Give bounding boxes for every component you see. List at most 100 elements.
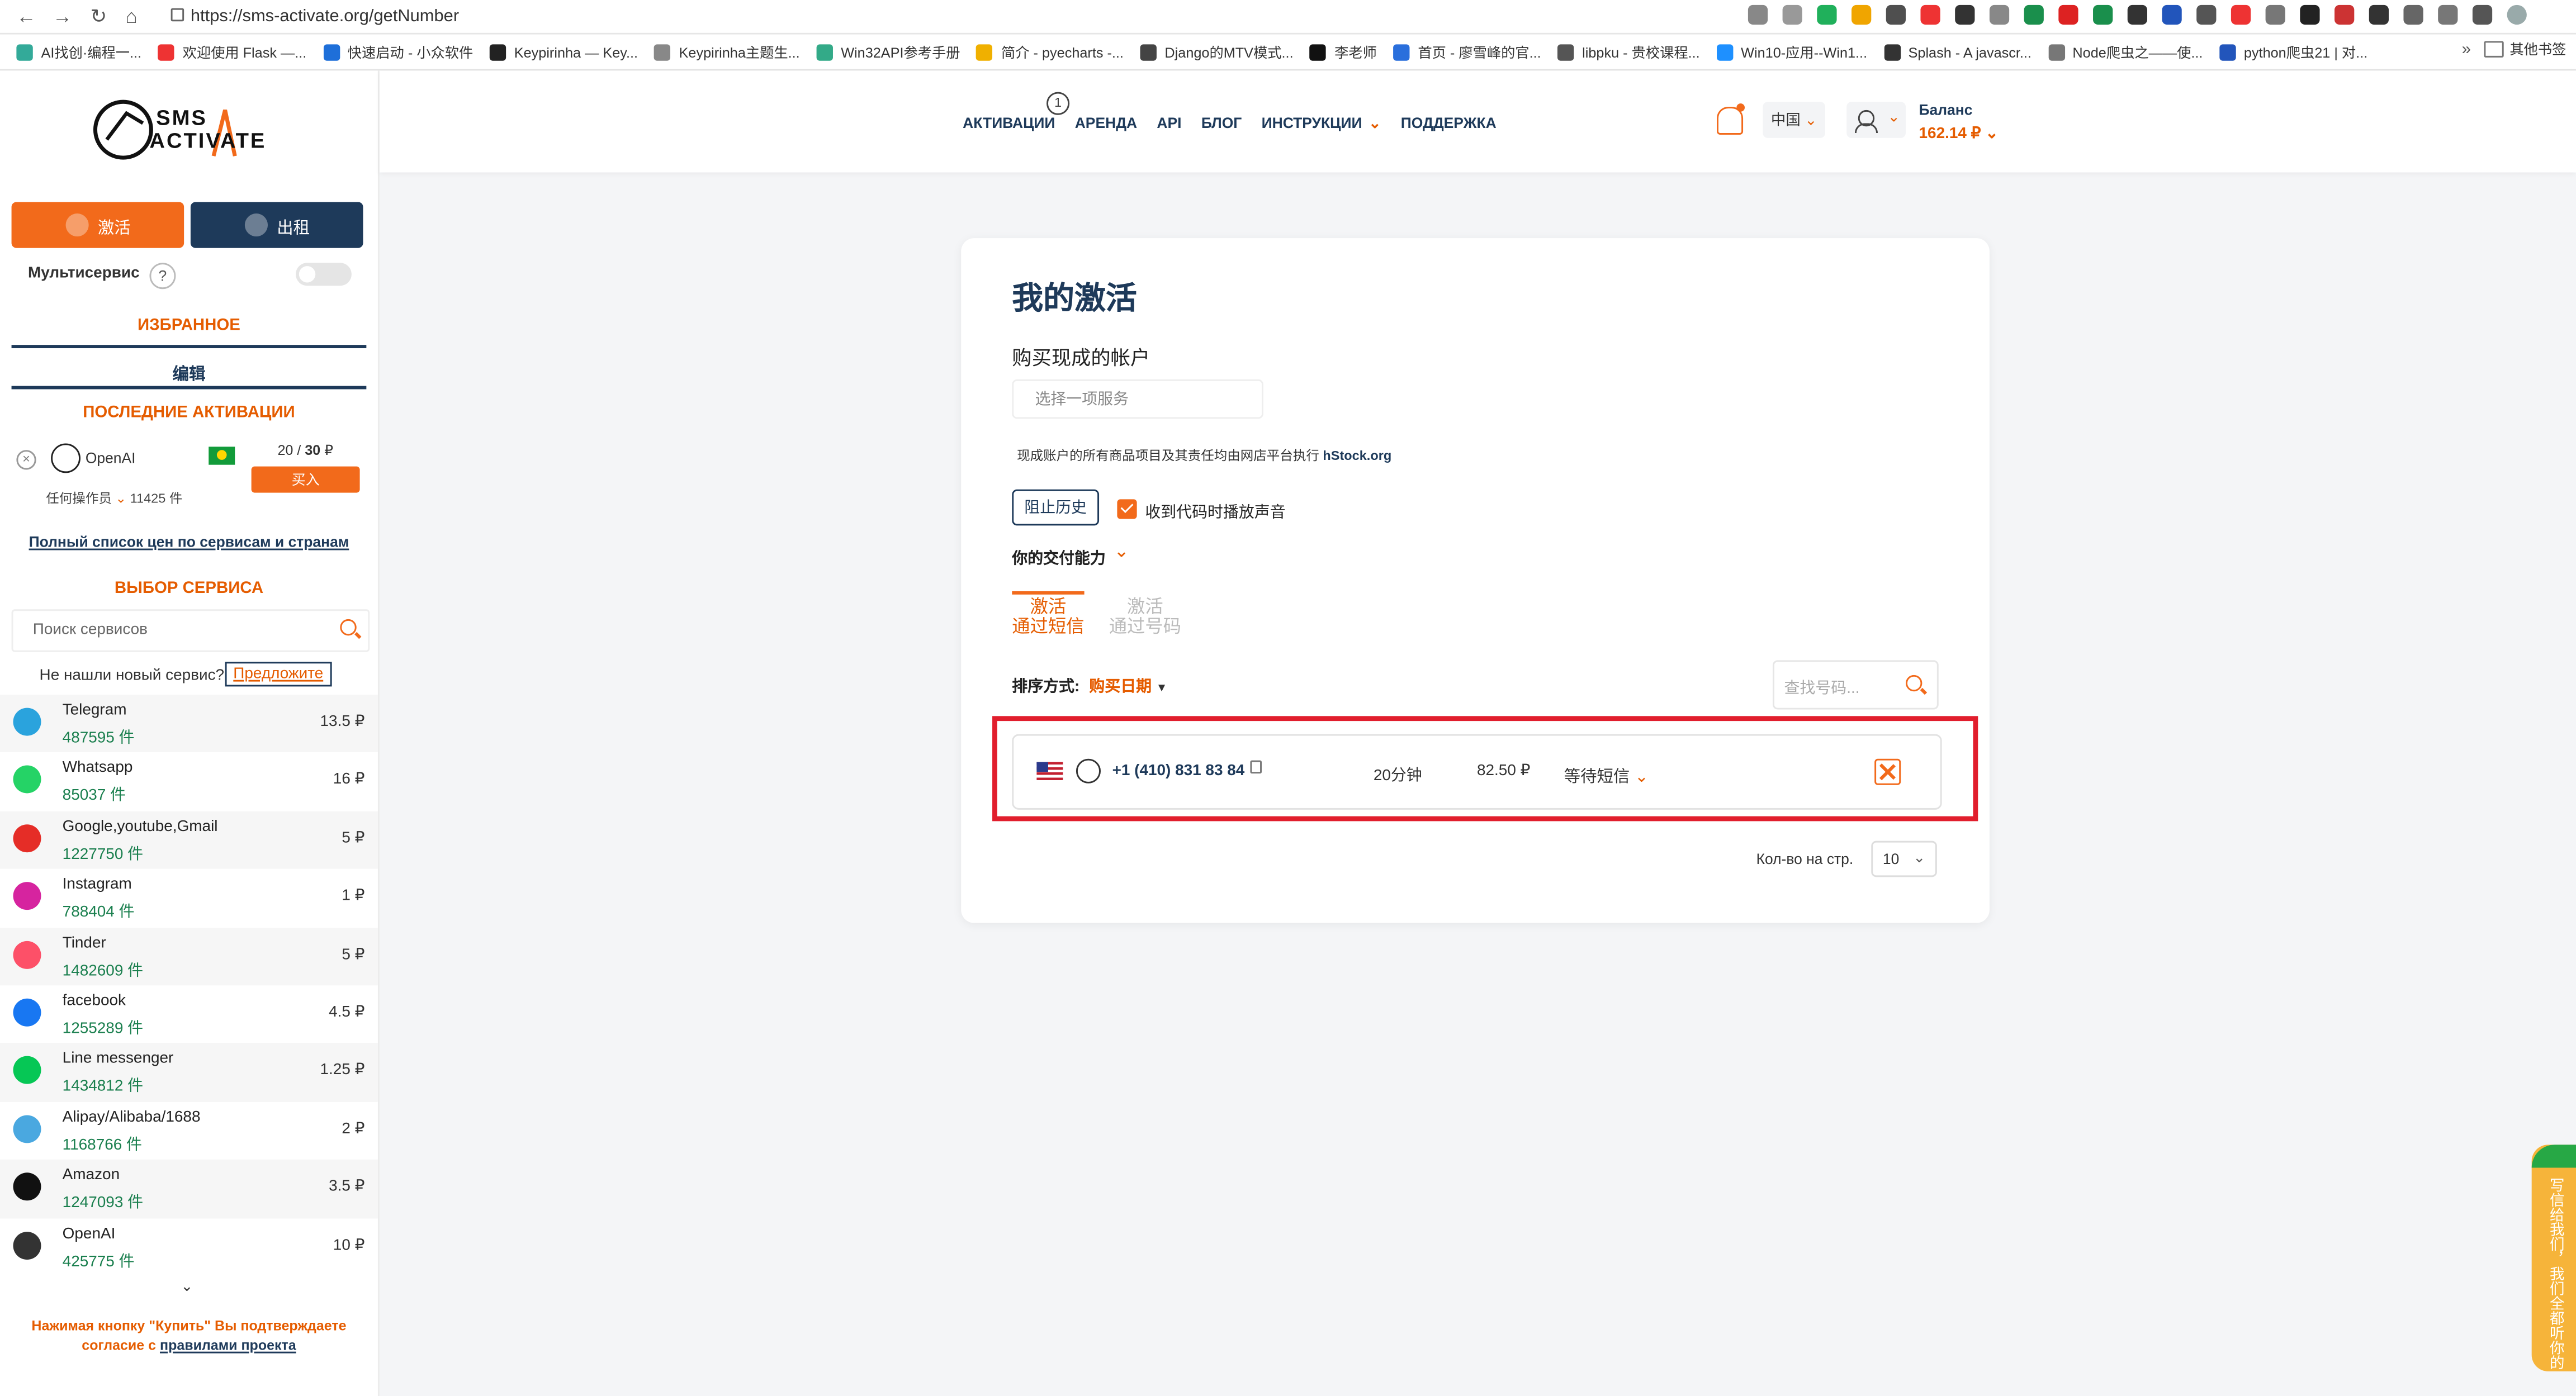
extension-icon[interactable]: [2334, 4, 2355, 25]
extension-icon[interactable]: [2058, 4, 2078, 25]
help-icon[interactable]: ?: [149, 263, 176, 289]
menu-rent[interactable]: АРЕНДА: [1075, 115, 1137, 133]
menu-activations[interactable]: АКТИВАЦИИ: [963, 115, 1055, 133]
reading-list-icon[interactable]: [2438, 4, 2458, 25]
copy-icon[interactable]: [1250, 760, 1262, 774]
home-icon[interactable]: ⌂: [119, 3, 145, 30]
sort-select[interactable]: 购买日期 ▼: [1089, 673, 1167, 696]
search-icon[interactable]: [340, 619, 357, 636]
sort-value: 购买日期: [1089, 678, 1152, 697]
service-item[interactable]: Amazon 1247093 件 3.5 ₽: [0, 1160, 378, 1218]
extension-icon[interactable]: [2127, 4, 2148, 25]
service-item[interactable]: Tinder 1482609 件 5 ₽: [0, 927, 378, 986]
activate-mode-button[interactable]: 激活: [11, 202, 184, 248]
hstock-link[interactable]: hStock.org: [1323, 448, 1391, 463]
recent-buy-button[interactable]: 买入: [251, 466, 360, 493]
bookmark-item[interactable]: Django的MTV模式...: [1140, 42, 1294, 61]
select-service-dropdown[interactable]: 选择一项服务: [1012, 379, 1263, 419]
block-history-button[interactable]: 阻止历史: [1012, 489, 1100, 526]
share-icon[interactable]: [1748, 4, 1768, 25]
extension-icon[interactable]: [1989, 4, 2010, 25]
extension-icon[interactable]: [2162, 4, 2182, 25]
rent-mode-button[interactable]: 出租: [190, 202, 363, 248]
chevron-down-icon[interactable]: ⌄: [1114, 540, 1129, 562]
bookmark-item[interactable]: 快速启动 - 小众软件: [323, 42, 473, 61]
sidebar-icon[interactable]: [2472, 4, 2493, 25]
bookmark-item[interactable]: Win32API参考手册: [816, 42, 960, 61]
rules-link[interactable]: правилами проекта: [160, 1337, 296, 1353]
sound-checkbox-label[interactable]: 收到代码时播放声音: [1145, 499, 1285, 522]
find-number-input[interactable]: 查找号码...: [1772, 660, 1939, 710]
reload-icon[interactable]: ↻: [86, 3, 112, 30]
chevron-down-icon: ⌄: [1887, 108, 1900, 125]
bookmark-item[interactable]: Keypirinha主题生...: [654, 42, 800, 61]
bookmarks-overflow-icon[interactable]: »: [2462, 41, 2471, 59]
search-icon[interactable]: [1906, 675, 1922, 692]
tab-activate-sms[interactable]: 激活 通过短信: [1012, 591, 1085, 637]
extension-icon[interactable]: [1886, 4, 1906, 25]
per-page-select[interactable]: 10 ⌄: [1871, 841, 1937, 877]
menu-support[interactable]: ПОДДЕРЖКА: [1401, 115, 1497, 133]
extension-icon[interactable]: [1852, 4, 1872, 25]
service-item[interactable]: Line messenger 1434812 件 1.25 ₽: [0, 1043, 378, 1102]
forward-icon[interactable]: →: [49, 3, 75, 30]
service-item[interactable]: OpenAI 425775 件 10 ₽: [0, 1218, 378, 1276]
multiservice-toggle[interactable]: [295, 263, 352, 286]
bookmark-item[interactable]: python爬虫21 | 对...: [2219, 42, 2367, 61]
sms-activate-logo[interactable]: SMS ACTIVATE: [91, 91, 288, 173]
extension-icon[interactable]: [1817, 4, 1837, 25]
bookmark-item[interactable]: 李老师: [1310, 42, 1377, 61]
tinder-icon: [13, 940, 41, 968]
service-item[interactable]: Whatsapp 85037 件 16 ₽: [0, 753, 378, 811]
bookmark-item[interactable]: 简介 - pyecharts -...: [976, 42, 1124, 61]
sound-checkbox[interactable]: [1117, 499, 1137, 519]
bookmark-item[interactable]: Node爬虫之——使...: [2048, 42, 2203, 61]
extension-icon[interactable]: [2231, 4, 2251, 25]
tab-activate-number[interactable]: 激活 通过号码: [1109, 591, 1181, 638]
bookmark-item[interactable]: 欢迎使用 Flask —...: [158, 42, 306, 61]
bookmark-item[interactable]: Splash - A javascr...: [1883, 43, 2032, 60]
phone-number[interactable]: +1 (410) 831 83 84: [1112, 762, 1245, 780]
menu-blog[interactable]: БЛОГ: [1201, 115, 1242, 133]
region-select[interactable]: 中国 ⌄: [1763, 102, 1826, 138]
bookmark-item[interactable]: AI找创·编程一...: [16, 42, 141, 61]
service-item[interactable]: Alipay/Alibaba/1688 1168766 件 2 ₽: [0, 1101, 378, 1160]
balance-value[interactable]: 162.14 ₽ ⌄: [1919, 125, 1999, 143]
bookmark-item[interactable]: Win10-应用--Win1...: [1716, 42, 1867, 61]
extension-icon[interactable]: [2093, 4, 2113, 25]
puzzle-icon[interactable]: [2403, 4, 2423, 25]
address-bar[interactable]: https://sms-activate.org/getNumber: [191, 3, 459, 30]
other-bookmarks[interactable]: 其他书签: [2483, 40, 2566, 59]
extension-icon[interactable]: [1920, 4, 1940, 25]
activation-status[interactable]: 等待短信 ⌄: [1564, 762, 1649, 786]
operator-select[interactable]: 任何操作员 ⌄ 11425 件: [46, 490, 182, 507]
menu-api[interactable]: API: [1157, 115, 1181, 133]
user-menu[interactable]: ⌄: [1846, 102, 1906, 138]
suggest-service-link[interactable]: Предложите: [225, 662, 332, 687]
extension-icon[interactable]: [2265, 4, 2285, 25]
service-item[interactable]: Instagram 788404 件 1 ₽: [0, 869, 378, 927]
back-icon[interactable]: ←: [13, 3, 40, 30]
extension-icon[interactable]: [2024, 4, 2044, 25]
bookmark-star-icon[interactable]: [1782, 4, 1802, 25]
extension-icon[interactable]: [2300, 4, 2320, 25]
service-search-input[interactable]: Поиск сервисов: [11, 609, 370, 652]
menu-instructions[interactable]: ИНСТРУКЦИИ ⌄: [1262, 115, 1381, 133]
bookmark-item[interactable]: Keypirinha — Key...: [489, 43, 638, 60]
service-item[interactable]: facebook 1255289 件 4.5 ₽: [0, 985, 378, 1043]
payment-capability-label[interactable]: 你的交付能力: [1012, 545, 1106, 568]
service-item[interactable]: Google,youtube,Gmail 1227750 件 5 ₽: [0, 811, 378, 870]
remove-recent-icon[interactable]: ×: [16, 450, 36, 470]
profile-avatar[interactable]: [2507, 4, 2527, 25]
bookmark-item[interactable]: 首页 - 廖雪峰的官...: [1393, 42, 1541, 61]
extension-icon[interactable]: [1955, 4, 1975, 25]
cancel-activation-icon[interactable]: [1874, 758, 1901, 785]
full-price-list-link[interactable]: Полный список цен по сервисам и странам: [0, 534, 378, 550]
edit-favorites-link[interactable]: 编辑: [0, 360, 378, 384]
feedback-tab[interactable]: 写信给我们，我们全都听你的: [2531, 1145, 2576, 1371]
extension-icon[interactable]: [2369, 4, 2389, 25]
extension-icon[interactable]: [2196, 4, 2217, 25]
show-more-chevron-icon[interactable]: ⌄: [181, 1278, 193, 1295]
bookmark-item[interactable]: libpku - 贵校课程...: [1557, 42, 1700, 61]
service-item[interactable]: Telegram 487595 件 13.5 ₽: [0, 695, 378, 753]
